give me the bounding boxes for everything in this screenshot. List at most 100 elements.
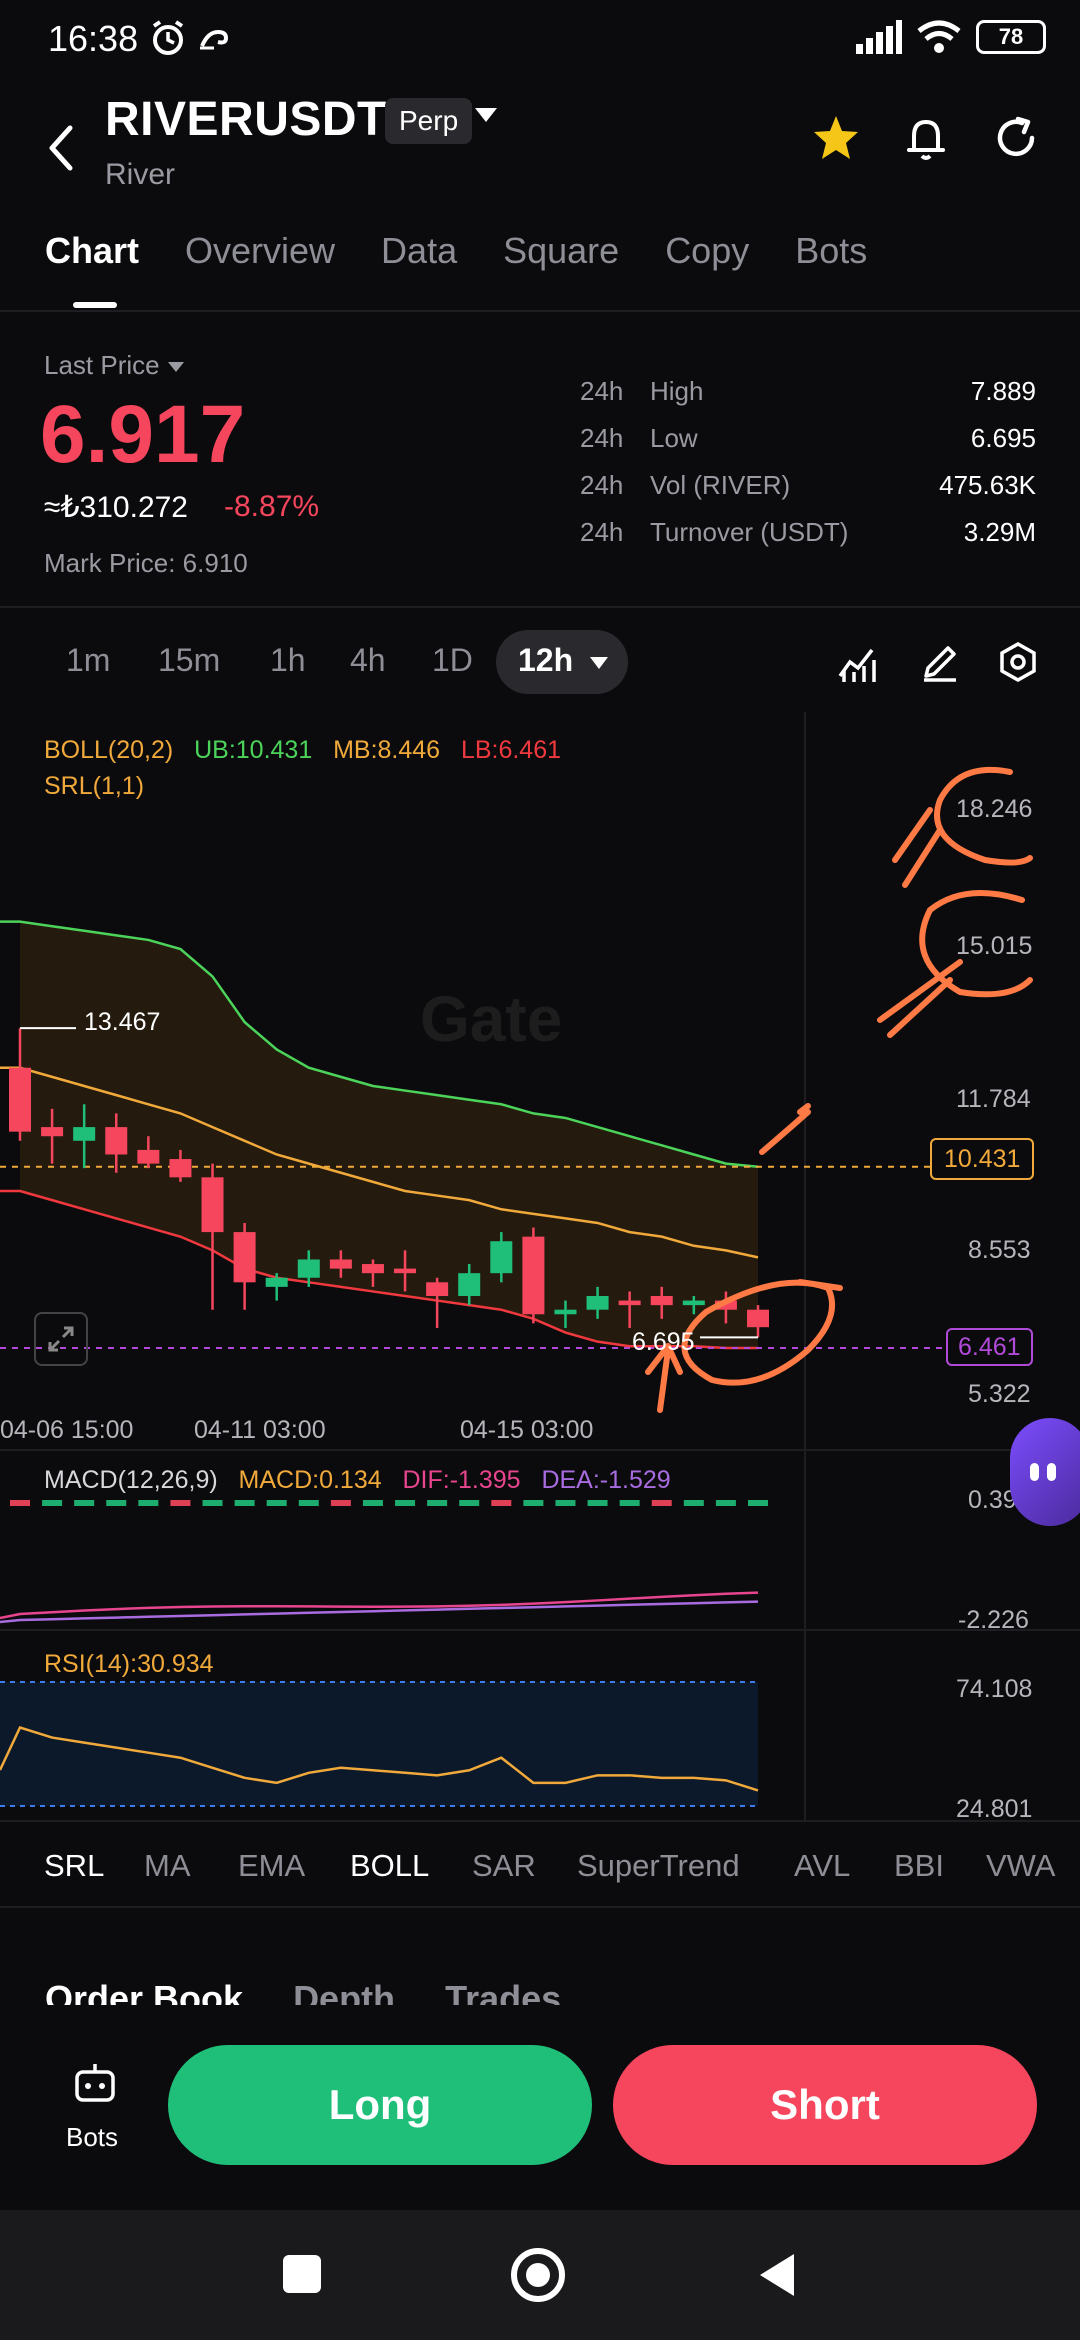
bots-label[interactable]: Bots xyxy=(66,2122,118,2153)
assistant-bubble[interactable] xyxy=(1010,1418,1080,1526)
stat-value: 6.695 xyxy=(970,423,1036,453)
stat-row: 24h Low 6.695 xyxy=(580,415,1036,462)
bot-icon[interactable] xyxy=(72,2060,118,2106)
long-button[interactable]: Long xyxy=(168,2045,592,2165)
stat-value: 475.63K xyxy=(939,470,1036,500)
y-tick: 15.015 xyxy=(956,932,1033,960)
stat-value: 3.29M xyxy=(963,517,1036,547)
macd-histogram-bar xyxy=(619,1500,640,1506)
boll-legend: BOLL(20,2) UB:10.431 MB:8.446 LB:6.461 xyxy=(44,736,561,765)
favorite-star-icon[interactable] xyxy=(808,110,864,166)
short-button[interactable]: Short xyxy=(613,2045,1037,2165)
stat-row: 24h Turnover (USDT) 3.29M xyxy=(580,509,1036,556)
status-time: 16:38 xyxy=(48,18,139,59)
stat-label: Turnover (USDT) xyxy=(650,517,849,547)
macd-legend: MACD(12,26,9) MACD:0.134 DIF:-1.395 DEA:… xyxy=(44,1466,671,1495)
indicator-vwap[interactable]: VWA xyxy=(986,1848,1055,1884)
indicator-supertrend[interactable]: SuperTrend xyxy=(577,1848,740,1884)
indicator-ma[interactable]: MA xyxy=(144,1848,191,1884)
back-arrow-icon[interactable] xyxy=(42,118,82,178)
chevron-down-icon xyxy=(590,657,608,669)
candle-body xyxy=(233,1232,256,1283)
lb-price-tag: 6.461 xyxy=(946,1328,1033,1366)
pair-title[interactable]: RIVERUSDT xyxy=(105,92,387,147)
main-tabs: Chart Overview Data Square Copy Bots xyxy=(45,230,867,310)
interval-1m[interactable]: 1m xyxy=(66,642,110,679)
link-icon xyxy=(196,18,234,67)
candle-body xyxy=(650,1296,673,1306)
macd-dea-line xyxy=(0,1600,759,1624)
recents-square-icon[interactable] xyxy=(283,2255,321,2293)
interval-1d[interactable]: 1D xyxy=(432,642,473,679)
macd-histogram-bar xyxy=(138,1500,159,1506)
tab-chart[interactable]: Chart xyxy=(45,230,139,310)
interval-1h[interactable]: 1h xyxy=(270,642,306,679)
macd-name: MACD(12,26,9) xyxy=(44,1466,218,1494)
candle-body xyxy=(490,1241,513,1274)
candle-body xyxy=(297,1259,320,1278)
macd-tick: -2.226 xyxy=(958,1606,1029,1634)
candle-body xyxy=(201,1177,224,1233)
refresh-icon[interactable] xyxy=(988,110,1044,166)
settings-icon[interactable] xyxy=(996,640,1040,684)
interval-4h[interactable]: 4h xyxy=(350,642,386,679)
last-price-label[interactable]: Last Price xyxy=(44,350,184,381)
candle-body xyxy=(682,1300,705,1306)
candle-body xyxy=(137,1149,160,1164)
draw-pencil-icon[interactable] xyxy=(918,640,962,684)
candle-body xyxy=(329,1259,352,1269)
boll-ub: UB:10.431 xyxy=(194,736,313,764)
high-marker-label: 13.467 xyxy=(84,1008,161,1036)
stat-period: 24h xyxy=(580,376,624,406)
macd-histogram-bar xyxy=(427,1500,448,1506)
indicator-boll[interactable]: BOLL xyxy=(350,1848,429,1884)
last-price-label-text: Last Price xyxy=(44,350,160,380)
macd-histogram-bar xyxy=(10,1500,30,1506)
chevron-down-icon xyxy=(167,362,184,373)
mark-price: Mark Price: 6.910 xyxy=(44,548,248,578)
stat-period: 24h xyxy=(580,423,624,453)
stat-value: 7.889 xyxy=(970,376,1036,406)
macd-histogram-bar xyxy=(491,1500,512,1506)
tab-overview[interactable]: Overview xyxy=(185,230,335,310)
bubble-eye-icon xyxy=(1047,1463,1056,1481)
candle-body xyxy=(169,1159,192,1178)
tab-square[interactable]: Square xyxy=(503,230,619,310)
low-marker-label: 6.695 xyxy=(632,1328,695,1356)
gate-watermark: Gate xyxy=(420,983,563,1055)
chevron-down-icon[interactable] xyxy=(475,108,497,122)
candle-body xyxy=(41,1127,64,1137)
indicator-srl[interactable]: SRL xyxy=(44,1848,104,1884)
indicator-ema[interactable]: EMA xyxy=(238,1848,305,1884)
boll-name: BOLL(20,2) xyxy=(44,736,174,764)
x-tick: 04-11 03:00 xyxy=(194,1416,326,1444)
expand-icon xyxy=(48,1326,74,1352)
interval-15m[interactable]: 15m xyxy=(158,642,220,679)
macd-histogram-bar xyxy=(459,1500,480,1506)
tab-bots[interactable]: Bots xyxy=(795,230,867,310)
macd-value: MACD:0.134 xyxy=(238,1466,382,1494)
fullscreen-button[interactable] xyxy=(34,1312,88,1366)
back-triangle-icon[interactable] xyxy=(756,2250,796,2300)
divider xyxy=(0,1820,1080,1822)
tab-data[interactable]: Data xyxy=(381,230,457,310)
indicator-bbi[interactable]: BBI xyxy=(894,1848,944,1884)
ticker-stats: 24h High 7.889 24h Low 6.695 24h Vol (RIVER) 4… xyxy=(580,368,1036,556)
candle-body xyxy=(586,1296,609,1310)
boll-mb: MB:8.446 xyxy=(333,736,441,764)
divider xyxy=(0,310,1080,312)
candle-body xyxy=(554,1309,577,1315)
candle-body xyxy=(426,1282,449,1297)
x-tick: 04-06 15:00 xyxy=(0,1416,134,1444)
ub-price-tag: 10.431 xyxy=(930,1138,1035,1180)
indicator-chart-icon[interactable] xyxy=(836,640,880,684)
tab-copy[interactable]: Copy xyxy=(665,230,749,310)
contract-type-badge[interactable]: Perp xyxy=(385,98,473,144)
indicator-sar[interactable]: SAR xyxy=(472,1848,536,1884)
candle-body xyxy=(522,1236,545,1315)
home-circle-icon[interactable] xyxy=(511,2248,565,2302)
indicator-avl[interactable]: AVL xyxy=(794,1848,850,1884)
bell-icon[interactable] xyxy=(898,110,954,166)
rsi-tick: 74.108 xyxy=(956,1675,1033,1703)
annotation-scribble xyxy=(759,1103,811,1155)
